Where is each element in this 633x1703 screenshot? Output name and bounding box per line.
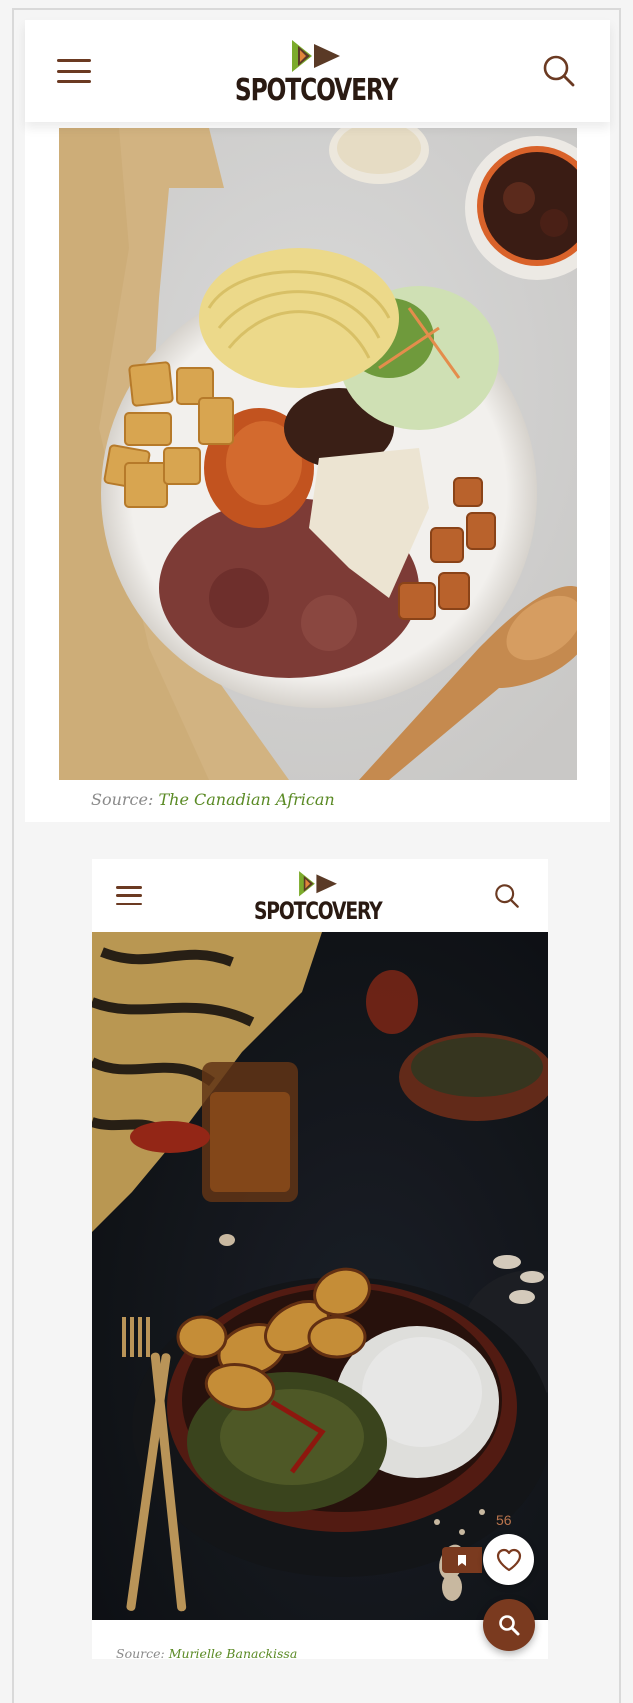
like-button[interactable]	[483, 1534, 534, 1585]
bookmark-button[interactable]	[442, 1547, 482, 1573]
logo-mark-icon	[299, 871, 337, 897]
search-fab-button[interactable]	[483, 1599, 535, 1651]
food-photo-plantain-bowl	[92, 932, 548, 1620]
site-header: SPOTCOVERY	[92, 859, 548, 932]
site-header: SPOTCOVERY	[25, 20, 610, 122]
logo-mark-icon	[292, 40, 341, 72]
search-icon[interactable]	[542, 54, 576, 88]
search-icon[interactable]	[494, 883, 520, 909]
logo-wordmark: SPOTCOVERY	[235, 73, 399, 108]
like-count: 56	[496, 1512, 512, 1528]
food-photo-bowl	[59, 128, 577, 780]
caption-source-link[interactable]: Murielle Banackissa	[169, 1646, 298, 1661]
hamburger-icon[interactable]	[116, 886, 142, 905]
caption-prefix: Source:	[116, 1646, 165, 1661]
screenshot-card-1: SPOTCOVERY Source: The Canadian African	[25, 20, 610, 822]
site-logo[interactable]: SPOTCOVERY	[236, 868, 400, 923]
search-icon	[499, 1615, 520, 1636]
caption-source-link[interactable]: The Canadian African	[158, 790, 334, 809]
logo-wordmark: SPOTCOVERY	[254, 897, 383, 925]
hamburger-icon[interactable]	[57, 59, 91, 83]
heart-icon	[496, 1548, 521, 1571]
image-caption: Source: The Canadian African	[91, 790, 335, 809]
bookmark-icon	[458, 1554, 466, 1566]
site-logo[interactable]: SPOTCOVERY	[212, 36, 420, 106]
screenshot-card-2: SPOTCOVERY Source: Murielle Banackissa	[92, 859, 548, 1661]
caption-prefix: Source:	[91, 790, 154, 809]
image-caption: Source: Murielle Banackissa	[116, 1646, 297, 1661]
